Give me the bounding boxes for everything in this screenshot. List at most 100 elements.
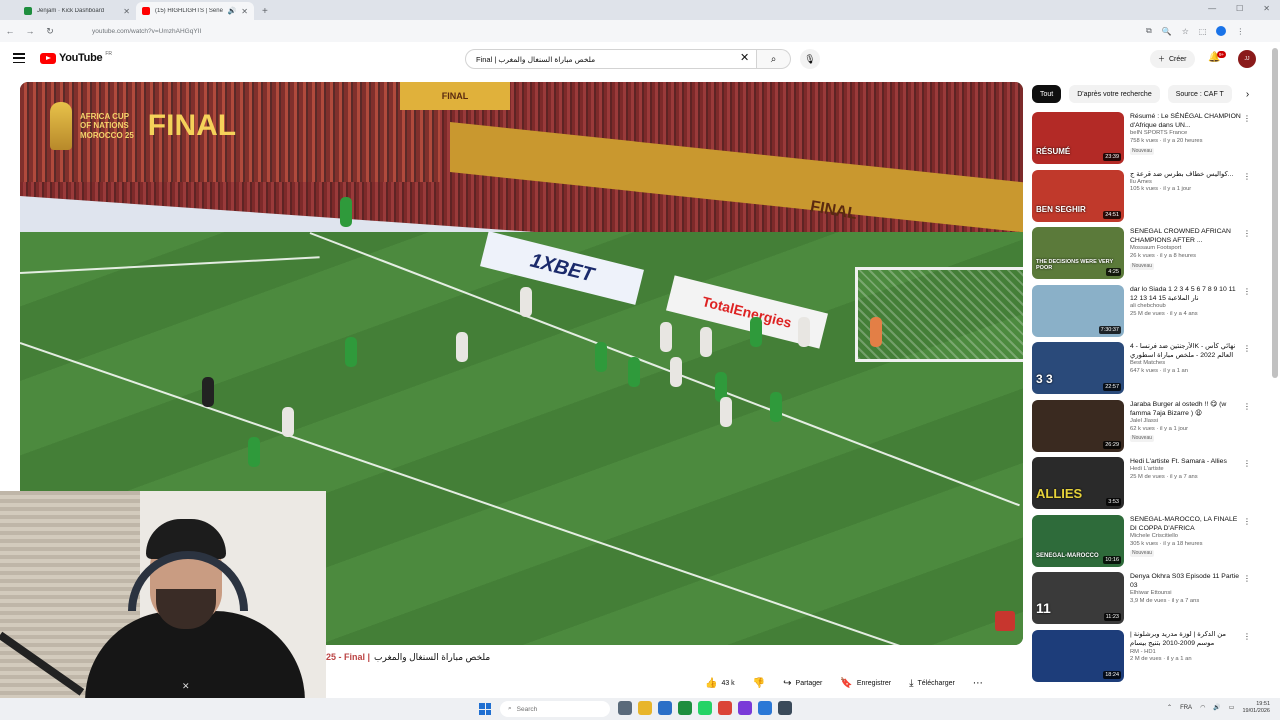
rec-more-icon[interactable]: ⋮: [1243, 402, 1251, 411]
share-button[interactable]: ↪ Partager: [783, 678, 822, 689]
rec-channel[interactable]: Elhiwar Ettounsi: [1130, 590, 1242, 598]
chevron-right-icon[interactable]: ›: [1246, 89, 1249, 100]
rec-channel[interactable]: Mossaum Footsport: [1130, 245, 1242, 253]
zoom-icon[interactable]: 🔍: [1162, 27, 1172, 36]
account-avatar[interactable]: JJ: [1238, 50, 1256, 68]
whatsapp-icon[interactable]: [698, 701, 712, 715]
recommendation-item[interactable]: 18:24 من الدكرة | لوزة مدريد وبرشلونة | …: [1032, 629, 1257, 688]
like-button[interactable]: 👍 43 k: [705, 678, 735, 689]
rec-channel[interactable]: Jalel Jlassi: [1130, 418, 1242, 426]
chip-related[interactable]: D'après votre recherche: [1069, 85, 1160, 103]
recommendation-item[interactable]: ALLIES 3:53 Hedi L'artiste Ft. Samara - A…: [1032, 457, 1257, 515]
more-actions-icon[interactable]: ⋯: [973, 678, 983, 689]
recommendation-item[interactable]: 26:29 Jaraba Burger al ostedh !! 😋 (w fa…: [1032, 399, 1257, 458]
steam-icon[interactable]: [778, 701, 792, 715]
rec-thumbnail[interactable]: 26:29: [1032, 399, 1124, 452]
forward-icon[interactable]: →: [20, 26, 40, 36]
reload-icon[interactable]: ↻: [40, 26, 60, 37]
store-icon[interactable]: [658, 701, 672, 715]
windows-start-icon[interactable]: [479, 703, 491, 715]
rec-thumbnail[interactable]: 11 11:23: [1032, 572, 1124, 624]
profile-icon[interactable]: [1216, 26, 1227, 36]
recommendation-item[interactable]: 11 11:23 Denya Okhra S03 Episode 11 Parti…: [1032, 572, 1257, 630]
close-tab-icon[interactable]: ✕: [241, 7, 248, 16]
browser-tab-active[interactable]: (15) HIGHLIGHTS | Senega 🔊 ✕: [136, 2, 254, 20]
rec-thumbnail[interactable]: 18:24: [1032, 629, 1124, 682]
recommendation-item[interactable]: BEN SEGHIR 24:51 كواليس خطاف بطرس ضد قرعة…: [1032, 169, 1257, 228]
rec-thumbnail[interactable]: 7:30:37: [1032, 284, 1124, 337]
save-button[interactable]: 🔖 Enregistrer: [840, 678, 891, 689]
task-view-icon[interactable]: [618, 701, 632, 715]
rec-title[interactable]: كواليس خطاف بطرس ضد قرعة ج...: [1130, 170, 1242, 179]
chrome-icon[interactable]: [718, 701, 732, 715]
rec-more-icon[interactable]: ⋮: [1243, 114, 1251, 123]
rec-thumbnail[interactable]: THE DECISIONS WERE VERY POOR 4:25: [1032, 227, 1124, 279]
rec-title[interactable]: Jaraba Burger al ostedh !! 😋 (w famma 7a…: [1130, 400, 1242, 418]
app-icon[interactable]: [738, 701, 752, 715]
rec-more-icon[interactable]: ⋮: [1243, 517, 1251, 526]
rec-channel[interactable]: llu Ames: [1130, 179, 1242, 187]
hamburger-menu-icon[interactable]: [13, 53, 25, 63]
rec-channel[interactable]: ali chebchoub: [1130, 303, 1242, 311]
rec-thumbnail[interactable]: BEN SEGHIR 24:51: [1032, 169, 1124, 222]
chip-source[interactable]: Source : CAF T: [1167, 85, 1232, 103]
clock[interactable]: 19:51 19/01/2026: [1242, 701, 1270, 714]
voice-search-button[interactable]: 🎙: [800, 49, 820, 69]
language-indicator[interactable]: FRA: [1180, 705, 1192, 711]
rec-channel[interactable]: beIN SPORTS France: [1130, 130, 1242, 138]
rec-more-icon[interactable]: ⋮: [1243, 229, 1251, 238]
chevron-up-icon[interactable]: ⌃: [1167, 704, 1172, 711]
youtube-logo[interactable]: YouTube FR: [40, 51, 112, 64]
close-tab-icon[interactable]: ✕: [123, 7, 130, 16]
taskbar-search[interactable]: ⌕ Search: [500, 701, 610, 717]
new-tab-icon[interactable]: +: [262, 6, 268, 17]
recommendation-item[interactable]: RÉSUMÉ 23:39 Résumé : Le SÉNÉGAL CHAMPION…: [1032, 112, 1257, 170]
dislike-button[interactable]: 👎: [753, 678, 765, 689]
rec-thumbnail[interactable]: ALLIES 3:53: [1032, 457, 1124, 509]
close-window-icon[interactable]: ✕: [1263, 4, 1270, 13]
rec-more-icon[interactable]: ⋮: [1243, 172, 1251, 181]
app-icon[interactable]: [678, 701, 692, 715]
speaker-icon[interactable]: 🔊: [228, 7, 237, 15]
volume-icon[interactable]: 🔊: [1213, 704, 1220, 711]
rec-more-icon[interactable]: ⋮: [1243, 287, 1251, 296]
wifi-icon[interactable]: ◠: [1200, 704, 1205, 711]
battery-icon[interactable]: ▭: [1229, 704, 1235, 711]
rec-title[interactable]: Résumé : Le SÉNÉGAL CHAMPION d'Afrique d…: [1130, 112, 1242, 130]
rec-thumbnail[interactable]: RÉSUMÉ 23:39: [1032, 112, 1124, 164]
rec-title[interactable]: SENEGAL CROWNED AFRICAN CHAMPIONS AFTER …: [1130, 227, 1242, 245]
chip-all[interactable]: Tout: [1032, 85, 1062, 103]
file-explorer-icon[interactable]: [638, 701, 652, 715]
recommendation-item[interactable]: 3 3 22:57 الأرجنتين ضد فرنسا - 4K - نهائي…: [1032, 342, 1257, 400]
clear-search-icon[interactable]: ✕: [740, 51, 749, 64]
rec-more-icon[interactable]: ⋮: [1243, 574, 1251, 583]
back-icon[interactable]: ←: [0, 26, 20, 36]
search-button[interactable]: ⌕: [757, 49, 791, 69]
rec-title[interactable]: Denya Okhra S03 Episode 11 Partie 03: [1130, 572, 1242, 590]
menu-icon[interactable]: ⋮: [1236, 27, 1244, 36]
rec-thumbnail[interactable]: SENEGAL-MAROCCO 10:16: [1032, 514, 1124, 567]
download-button[interactable]: ⤓ Télécharger: [909, 678, 955, 689]
rec-title[interactable]: من الدكرة | لوزة مدريد وبرشلونة | موسم 2…: [1130, 630, 1242, 649]
maximize-icon[interactable]: ☐: [1236, 4, 1243, 13]
rec-channel[interactable]: Best Matches: [1130, 360, 1242, 368]
cast-icon[interactable]: ⧉: [1146, 26, 1152, 36]
extensions-icon[interactable]: ⬚: [1199, 27, 1207, 36]
rec-more-icon[interactable]: ⋮: [1243, 344, 1251, 353]
page-scrollbar[interactable]: [1272, 48, 1278, 378]
rec-title[interactable]: SENEGAL-MAROCCO, LA FINALE DI COPPA D'AF…: [1130, 515, 1242, 533]
rec-title[interactable]: Hedi L'artiste Ft. Samara - Allies: [1130, 457, 1242, 466]
recommendation-item[interactable]: SENEGAL-MAROCCO 10:16 SENEGAL-MAROCCO, LA…: [1032, 514, 1257, 573]
rec-thumbnail[interactable]: 3 3 22:57: [1032, 342, 1124, 394]
rec-more-icon[interactable]: ⋮: [1243, 459, 1251, 468]
bookmark-icon[interactable]: ☆: [1182, 27, 1189, 36]
rec-channel[interactable]: Hedi L'artiste: [1130, 466, 1242, 474]
browser-tab[interactable]: Jenjam · Kick Dashboard ✕: [18, 2, 136, 20]
search-input[interactable]: Final | ملخص مباراة السنغال والمغرب: [465, 49, 757, 69]
url-field[interactable]: youtube.com/watch?v=UmzhAHGqYII: [72, 23, 1132, 39]
recommendation-item[interactable]: THE DECISIONS WERE VERY POOR 4:25 SENEGAL…: [1032, 227, 1257, 285]
rec-channel[interactable]: Michele Criscitiello: [1130, 533, 1242, 541]
app-icon[interactable]: [758, 701, 772, 715]
rec-more-icon[interactable]: ⋮: [1243, 632, 1251, 641]
rec-title[interactable]: dar lo Siada 1 2 3 4 5 6 7 8 9 10 11 12 …: [1130, 285, 1242, 303]
